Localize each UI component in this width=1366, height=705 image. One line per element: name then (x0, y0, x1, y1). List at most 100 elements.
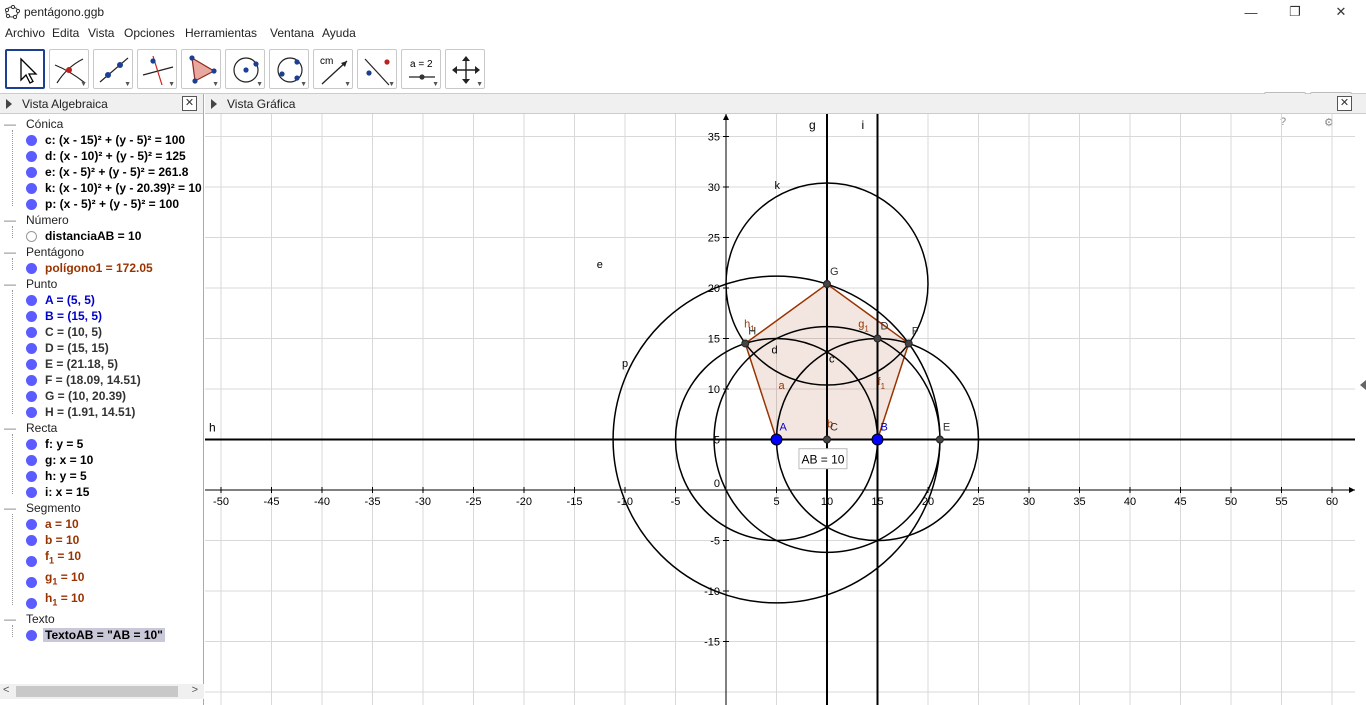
close-algebra-view-button[interactable]: ✕ (182, 96, 197, 111)
point-tool-button[interactable]: ▼ (49, 49, 89, 89)
algebra-item[interactable]: p: (x - 5)² + (y - 5)² = 100 (45, 197, 179, 211)
algebra-item[interactable]: E = (21.18, 5) (45, 357, 118, 371)
slider-tool-button[interactable]: a = 2 ▼ (401, 49, 441, 89)
collapse-icon[interactable]: — (4, 245, 16, 259)
algebra-item[interactable]: g1 = 10 (45, 570, 84, 586)
algebra-item[interactable]: d: (x - 10)² + (y - 5)² = 125 (45, 149, 186, 163)
measure-tool-button[interactable]: cm ▼ (313, 49, 353, 89)
perpendicular-tool-button[interactable]: ▼ (137, 49, 177, 89)
point-A[interactable] (770, 433, 783, 446)
line-tool-button[interactable]: ▼ (93, 49, 133, 89)
collapse-icon[interactable]: — (4, 213, 16, 227)
visibility-toggle-icon[interactable] (26, 151, 37, 162)
visibility-toggle-icon[interactable] (26, 535, 37, 546)
category-4[interactable]: — Recta (4, 421, 57, 435)
visibility-toggle-icon[interactable] (26, 439, 37, 450)
expand-arrow-icon[interactable] (6, 99, 12, 109)
visibility-toggle-icon[interactable] (26, 359, 37, 370)
algebra-item[interactable]: TextoAB = "AB = 10" (43, 628, 165, 642)
algebra-item[interactable]: G = (10, 20.39) (45, 389, 126, 403)
visibility-toggle-icon[interactable] (26, 630, 37, 641)
polygon-tool-button[interactable]: ▼ (181, 49, 221, 89)
move-tool-button[interactable] (5, 49, 45, 89)
scroll-thumb[interactable] (16, 686, 178, 697)
algebra-item[interactable]: h: y = 5 (45, 469, 87, 483)
collapse-icon[interactable]: — (4, 117, 16, 131)
algebra-item[interactable]: i: x = 15 (45, 485, 89, 499)
collapse-icon[interactable]: — (4, 277, 16, 291)
visibility-toggle-icon[interactable] (26, 135, 37, 146)
visibility-toggle-icon[interactable] (26, 183, 37, 194)
point-F[interactable] (904, 339, 913, 348)
menu-ventana[interactable]: Ventana (270, 26, 314, 40)
visibility-toggle-icon[interactable] (26, 167, 37, 178)
point-B[interactable] (871, 433, 884, 446)
circle-three-points-tool-button[interactable]: ▼ (269, 49, 309, 89)
visibility-toggle-icon[interactable] (26, 455, 37, 466)
algebra-horizontal-scrollbar[interactable]: < > (0, 684, 204, 699)
collapse-icon[interactable]: — (4, 421, 16, 435)
algebra-item[interactable]: F = (18.09, 14.51) (45, 373, 141, 387)
visibility-toggle-icon[interactable] (26, 231, 37, 242)
visibility-toggle-icon[interactable] (26, 343, 37, 354)
move-view-tool-button[interactable]: ▼ (445, 49, 485, 89)
algebra-item[interactable]: h1 = 10 (45, 591, 84, 607)
visibility-toggle-icon[interactable] (26, 311, 37, 322)
visibility-toggle-icon[interactable] (26, 199, 37, 210)
category-2[interactable]: — Pentágono (4, 245, 84, 259)
algebra-item[interactable]: H = (1.91, 14.51) (45, 405, 135, 419)
category-6[interactable]: — Texto (4, 612, 55, 626)
minimize-button[interactable]: — (1228, 0, 1274, 24)
menu-archivo[interactable]: Archivo (5, 26, 45, 40)
category-1[interactable]: — Número (4, 213, 69, 227)
algebra-item[interactable]: c: (x - 15)² + (y - 5)² = 100 (45, 133, 185, 147)
close-graphics-view-button[interactable]: ✕ (1337, 96, 1352, 111)
category-3[interactable]: — Punto (4, 277, 57, 291)
visibility-toggle-icon[interactable] (26, 598, 37, 609)
close-window-button[interactable]: ✕ (1318, 0, 1364, 24)
algebra-item[interactable]: b = 10 (45, 533, 79, 547)
algebra-item[interactable]: D = (15, 15) (45, 341, 109, 355)
menu-edita[interactable]: Edita (52, 26, 79, 40)
algebra-item[interactable]: f1 = 10 (45, 549, 81, 565)
collapse-icon[interactable]: — (4, 612, 16, 626)
algebra-item[interactable]: a = 10 (45, 517, 79, 531)
algebra-item[interactable]: B = (15, 5) (45, 309, 102, 323)
menu-vista[interactable]: Vista (88, 26, 114, 40)
expand-arrow-icon[interactable] (211, 99, 217, 109)
algebra-item[interactable]: e: (x - 5)² + (y - 5)² = 261.8 (45, 165, 188, 179)
point-C[interactable] (823, 435, 831, 444)
algebra-item[interactable]: C = (10, 5) (45, 325, 102, 339)
visibility-toggle-icon[interactable] (26, 391, 37, 402)
category-0[interactable]: — Cónica (4, 117, 63, 131)
point-G[interactable] (823, 280, 831, 289)
visibility-toggle-icon[interactable] (26, 327, 37, 338)
algebra-item[interactable]: k: (x - 10)² + (y - 20.39)² = 10 (45, 181, 202, 195)
collapse-icon[interactable]: — (4, 501, 16, 515)
circle-tool-button[interactable]: ▼ (225, 49, 265, 89)
visibility-toggle-icon[interactable] (26, 471, 37, 482)
scroll-right-icon[interactable]: > (192, 684, 198, 696)
menu-herramientas[interactable]: Herramientas (185, 26, 257, 40)
visibility-toggle-icon[interactable] (26, 375, 37, 386)
algebra-item[interactable]: g: x = 10 (45, 453, 93, 467)
menu-opciones[interactable]: Opciones (124, 26, 175, 40)
algebra-item[interactable]: A = (5, 5) (45, 293, 95, 307)
visibility-toggle-icon[interactable] (26, 556, 37, 567)
algebra-item[interactable]: f: y = 5 (45, 437, 83, 451)
algebra-item[interactable]: distanciaAB = 10 (45, 229, 141, 243)
point-E[interactable] (935, 435, 944, 444)
reflect-tool-button[interactable]: ▼ (357, 49, 397, 89)
category-5[interactable]: — Segmento (4, 501, 81, 515)
visibility-toggle-icon[interactable] (26, 295, 37, 306)
visibility-toggle-icon[interactable] (26, 577, 37, 588)
algebra-item[interactable]: polígono1 = 172.05 (45, 261, 153, 275)
maximize-button[interactable]: ❐ (1272, 0, 1318, 24)
visibility-toggle-icon[interactable] (26, 263, 37, 274)
point-H[interactable] (741, 339, 750, 348)
visibility-toggle-icon[interactable] (26, 407, 37, 418)
side-panel-arrow-icon[interactable] (1360, 380, 1366, 390)
visibility-toggle-icon[interactable] (26, 487, 37, 498)
graphics-canvas[interactable]: -50-45-40-35-30-25-20-15-10-551015202530… (205, 114, 1355, 705)
point-D[interactable] (873, 334, 882, 343)
